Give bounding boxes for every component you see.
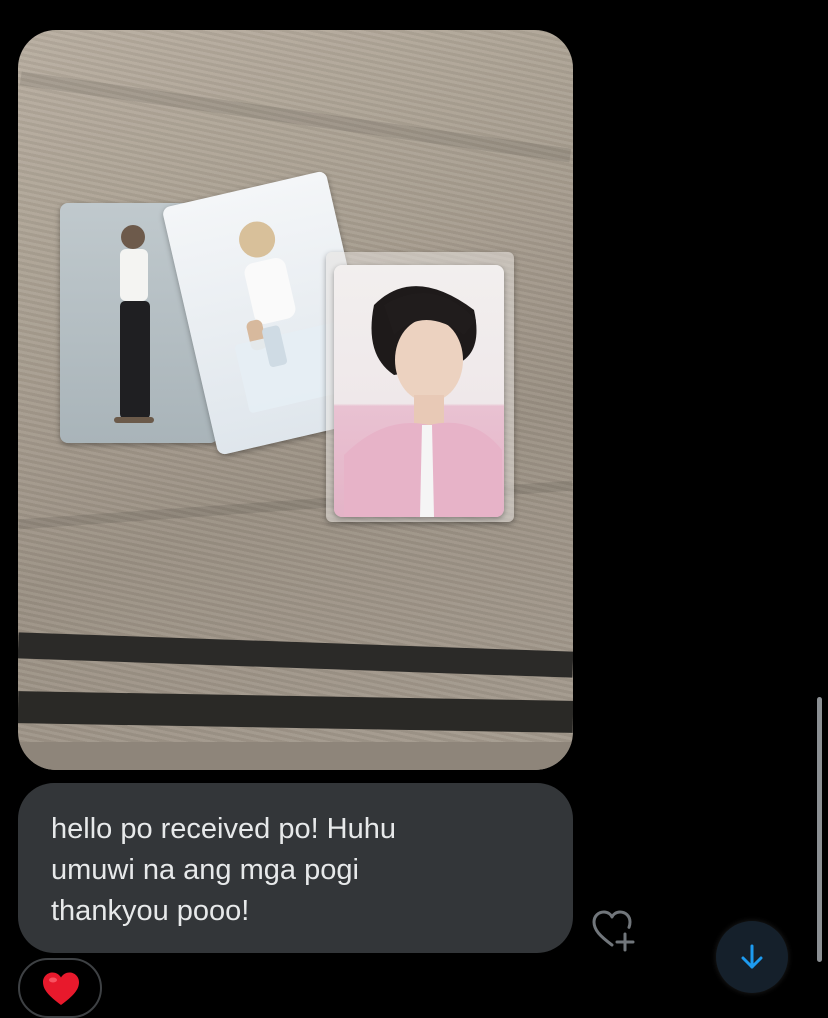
fabric-stripe (18, 691, 573, 733)
message-line: thankyou pooo! (51, 895, 250, 927)
message-text: hello po received po! Huhu umuwi na ang … (51, 809, 551, 932)
scrollbar-thumb[interactable] (817, 697, 822, 962)
photocard-3 (334, 265, 504, 517)
react-button[interactable] (590, 908, 638, 952)
message-bubble[interactable]: hello po received po! Huhu umuwi na ang … (18, 783, 573, 953)
scroll-to-bottom-button[interactable] (716, 921, 788, 993)
reaction-pill[interactable] (18, 958, 102, 1018)
message-line: hello po received po! Huhu (51, 813, 397, 845)
fabric-stripe (18, 632, 573, 678)
red-heart-icon (43, 972, 79, 1005)
fabric-stripe (18, 742, 573, 770)
heart-plus-icon (592, 910, 635, 952)
arrow-down-icon (741, 944, 763, 969)
message-line: umuwi na ang mga pogi (51, 854, 359, 886)
message-photo[interactable] (18, 30, 573, 770)
